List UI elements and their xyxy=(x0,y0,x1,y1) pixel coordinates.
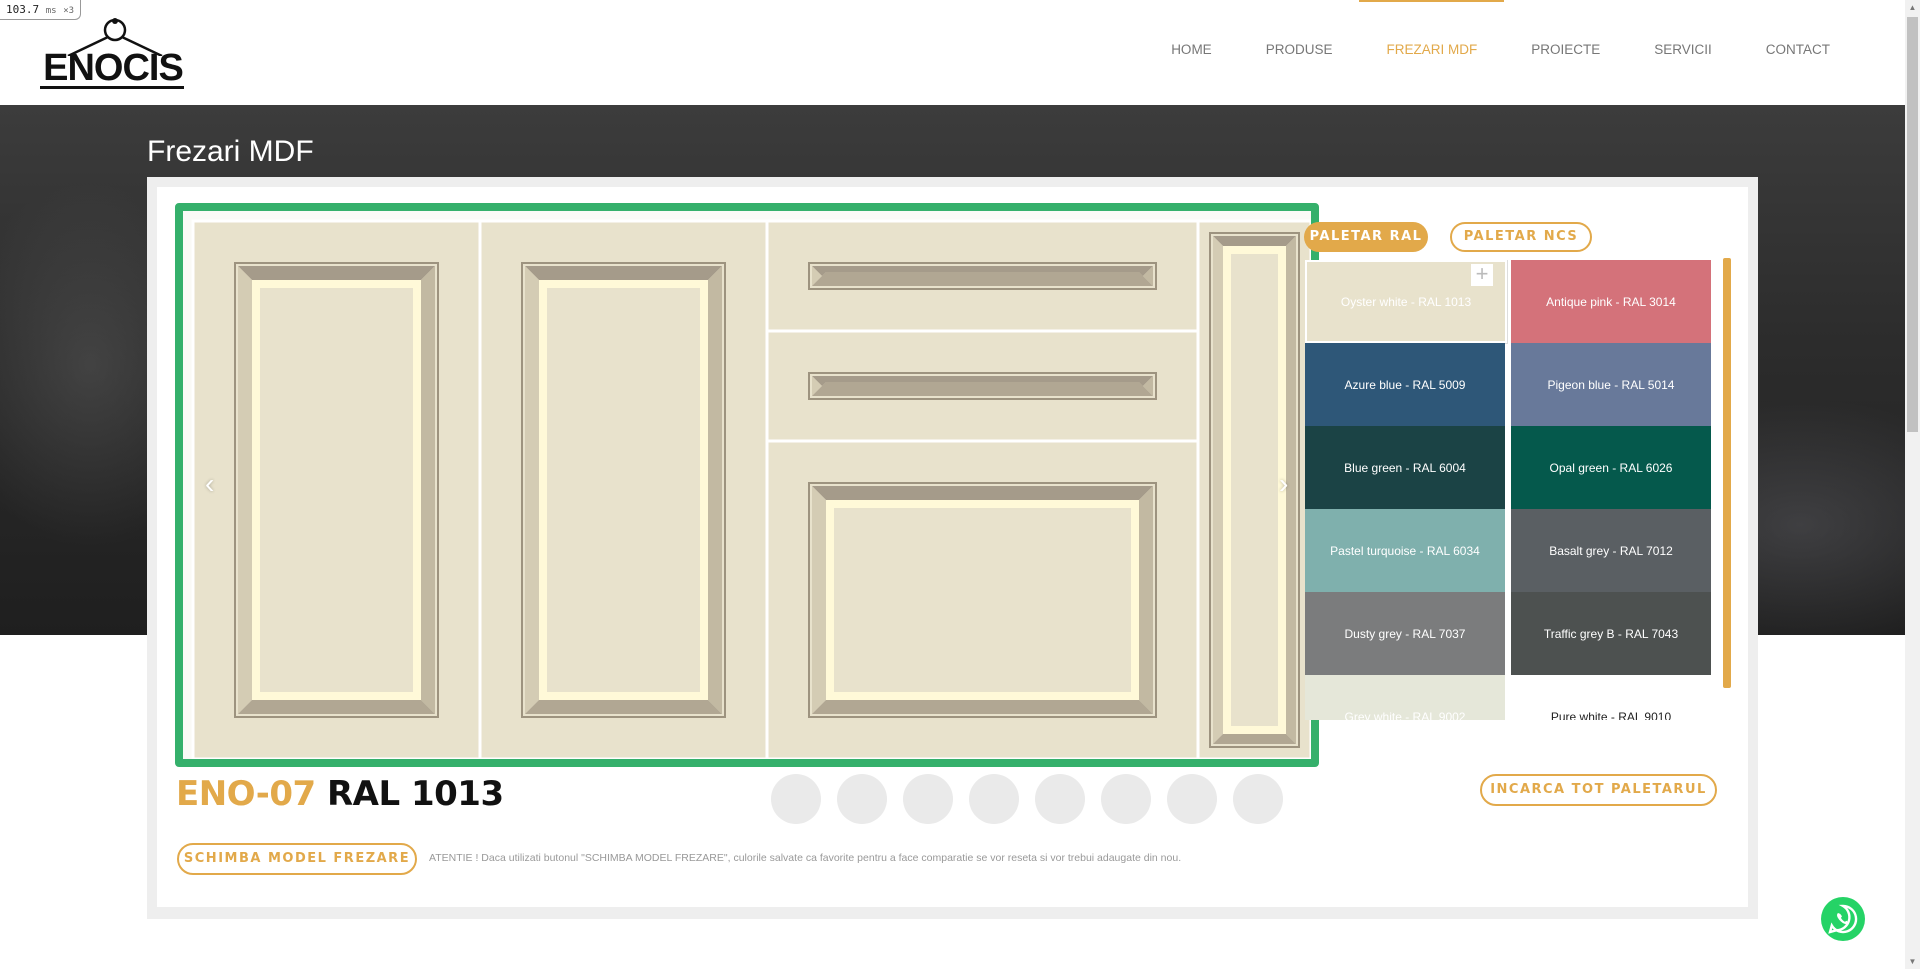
color-swatch-grid: Oyster white - RAL 1013 + Antique pink - R… xyxy=(1305,260,1717,720)
panel-bevel xyxy=(525,700,722,714)
nav-produse[interactable]: PRODUSE xyxy=(1239,0,1360,105)
prev-arrow[interactable]: ‹ xyxy=(205,469,214,499)
add-favorite-icon[interactable]: + xyxy=(1471,263,1493,286)
logo[interactable]: ENOCIS xyxy=(38,16,193,89)
configurator-panel: ‹ › PALETAR RAL PALETAR NCS Oyster white… xyxy=(157,187,1748,907)
door-preview: ‹ › xyxy=(175,203,1319,767)
favorite-slot[interactable] xyxy=(771,774,821,824)
tab-paletar-ral[interactable]: PALETAR RAL xyxy=(1304,222,1428,252)
panel-bevel xyxy=(525,266,539,714)
favorite-slot[interactable] xyxy=(903,774,953,824)
panel-bevel xyxy=(525,266,722,280)
color-swatch[interactable]: Pigeon blue - RAL 5014 xyxy=(1511,343,1711,426)
favorite-slots xyxy=(771,774,1299,824)
main-nav: HOME PRODUSE FREZARI MDF PROIECTE SERVIC… xyxy=(1144,0,1857,105)
color-swatch[interactable]: Pure white - RAL 9010 xyxy=(1511,675,1711,720)
perf-unit: ms xyxy=(45,6,57,16)
scroll-up-icon[interactable]: ▲ xyxy=(1905,0,1920,15)
panel-bevel xyxy=(1213,236,1296,246)
nav-home[interactable]: HOME xyxy=(1144,0,1239,105)
swatch-scrollbar[interactable] xyxy=(1723,258,1731,688)
favorite-slot[interactable] xyxy=(969,774,1019,824)
panel-bevel xyxy=(421,266,435,714)
panel-bevel xyxy=(812,486,1153,500)
logo-text: ENOCIS xyxy=(38,49,188,89)
tab-paletar-ncs[interactable]: PALETAR NCS xyxy=(1450,222,1592,252)
panel-bevel xyxy=(812,382,1153,396)
perf-value: 103.7 xyxy=(6,3,40,16)
panel-bevel xyxy=(238,700,435,714)
favorite-slot[interactable] xyxy=(1101,774,1151,824)
warning-text: ATENTIE ! Daca utilizati butonul "SCHIMB… xyxy=(429,852,1182,864)
panel-center xyxy=(547,288,700,692)
panel-bevel xyxy=(238,266,435,280)
panel-center xyxy=(260,288,413,692)
model-title: ENO-07 RAL 1013 xyxy=(176,774,504,814)
load-full-palette-button[interactable]: INCARCA TOT PALETARUL xyxy=(1480,774,1717,806)
color-swatch[interactable]: Azure blue - RAL 5009 xyxy=(1305,343,1505,426)
model-ral: RAL 1013 xyxy=(326,774,504,814)
color-swatch[interactable]: Traffic grey B - RAL 7043 xyxy=(1511,592,1711,675)
panel-bevel xyxy=(812,486,826,714)
color-swatch[interactable]: Dusty grey - RAL 7037 xyxy=(1305,592,1505,675)
panel-center xyxy=(1231,254,1278,726)
change-model-button[interactable]: SCHIMBA MODEL FREZARE xyxy=(177,843,417,875)
favorite-slot[interactable] xyxy=(1167,774,1217,824)
favorite-slot[interactable] xyxy=(837,774,887,824)
door-fronts-drawing xyxy=(183,211,1311,759)
nav-proiecte[interactable]: PROIECTE xyxy=(1504,0,1627,105)
panel-center xyxy=(834,508,1131,692)
scroll-thumb[interactable] xyxy=(1907,17,1918,432)
scroll-down-icon[interactable]: ▼ xyxy=(1905,954,1920,969)
color-swatch[interactable]: Oyster white - RAL 1013 + xyxy=(1305,260,1507,343)
panel-bevel xyxy=(1213,236,1223,744)
perf-mult: ×3 xyxy=(63,6,75,16)
panel-bevel xyxy=(1213,734,1296,744)
color-swatch[interactable]: Opal green - RAL 6026 xyxy=(1511,426,1711,509)
whatsapp-button[interactable] xyxy=(1821,897,1865,941)
nav-frezari-mdf[interactable]: FREZARI MDF xyxy=(1359,0,1504,105)
color-swatch[interactable]: Blue green - RAL 6004 xyxy=(1305,426,1505,509)
configurator-card: ‹ › PALETAR RAL PALETAR NCS Oyster white… xyxy=(147,177,1758,919)
panel-bevel xyxy=(238,266,252,714)
nav-servicii[interactable]: SERVICII xyxy=(1627,0,1739,105)
site-header: ENOCIS HOME PRODUSE FREZARI MDF PROIECTE… xyxy=(0,0,1905,105)
page-title: Frezari MDF xyxy=(147,135,314,168)
favorite-slot[interactable] xyxy=(1233,774,1283,824)
whatsapp-icon xyxy=(1828,904,1858,934)
next-arrow[interactable]: › xyxy=(1279,469,1288,499)
color-swatch[interactable]: Basalt grey - RAL 7012 xyxy=(1511,509,1711,592)
panel-bevel xyxy=(812,272,1153,286)
panel-bevel xyxy=(812,700,1153,714)
color-swatch[interactable]: Grey white - RAL 9002 xyxy=(1305,675,1505,720)
model-code: ENO-07 xyxy=(176,774,316,814)
color-swatch[interactable]: Pastel turquoise - RAL 6034 xyxy=(1305,509,1505,592)
perf-badge: 103.7 ms ×3 xyxy=(0,0,82,20)
panel-bevel xyxy=(708,266,722,714)
favorite-slot[interactable] xyxy=(1035,774,1085,824)
color-swatch[interactable]: Antique pink - RAL 3014 xyxy=(1511,260,1711,343)
panel-bevel xyxy=(1139,486,1153,714)
nav-contact[interactable]: CONTACT xyxy=(1739,0,1857,105)
page-scrollbar[interactable]: ▲ ▼ xyxy=(1905,0,1920,969)
